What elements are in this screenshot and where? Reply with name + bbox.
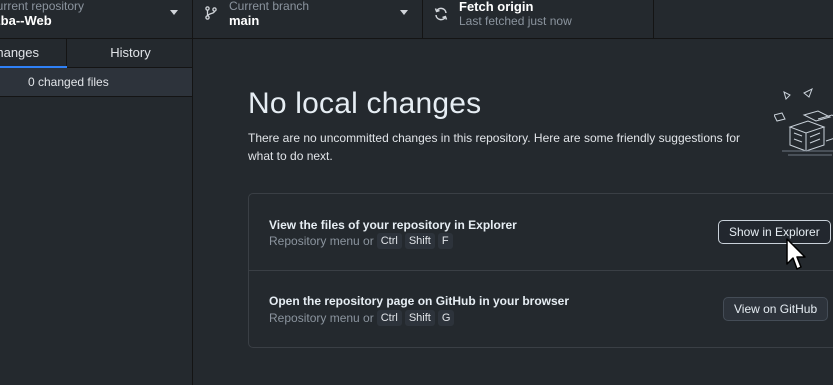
tab-history[interactable]: History	[68, 39, 193, 67]
key-shift: Shift	[404, 310, 435, 326]
suggestion-card-explorer: View the files of your repository in Exp…	[249, 194, 833, 271]
current-branch-button[interactable]: Current branch main	[193, 0, 423, 38]
git-branch-icon	[205, 6, 217, 20]
suggestion-title: Open the repository page on GitHub in yo…	[269, 294, 570, 308]
page-description: There are no uncommitted changes in this…	[248, 131, 741, 163]
chevron-down-icon	[170, 10, 178, 15]
view-on-github-button[interactable]: View on GitHub	[723, 297, 829, 321]
changed-files-header: 0 changed files	[0, 68, 192, 97]
current-repository-name: Eba--Web	[0, 13, 52, 28]
current-branch-label: Current branch	[229, 0, 310, 13]
sidebar: Changes History 0 changed files	[0, 39, 193, 385]
hint-prefix: Repository menu or	[269, 311, 374, 325]
suggestion-card-github: Open the repository page on GitHub in yo…	[249, 271, 833, 348]
fetch-origin-title: Fetch origin	[459, 0, 534, 14]
current-branch-name: main	[229, 13, 260, 28]
current-repository-button[interactable]: Current repository Eba--Web	[0, 0, 193, 38]
key-f: F	[437, 233, 453, 249]
hint-prefix: Repository menu or	[269, 234, 374, 248]
key-g: G	[437, 310, 455, 326]
suggestion-shortcut-hint: Repository menu or Ctrl Shift G	[269, 310, 455, 326]
sidebar-tabs: Changes History	[0, 39, 192, 68]
key-ctrl: Ctrl	[376, 310, 402, 326]
main-panel: No local changes There are no uncommitte…	[194, 39, 833, 385]
sync-icon	[434, 7, 448, 21]
tab-changes[interactable]: Changes	[0, 39, 67, 68]
active-tab-indicator	[0, 66, 67, 68]
tab-changes-label: Changes	[0, 45, 40, 60]
illustration-boxes-icon	[774, 87, 833, 156]
suggestions-panel: View the files of your repository in Exp…	[248, 193, 833, 348]
toolbar: Current repository Eba--Web Current bran…	[0, 0, 833, 39]
tab-history-label: History	[110, 45, 151, 60]
key-ctrl: Ctrl	[376, 233, 402, 249]
fetch-origin-button[interactable]: Fetch origin Last fetched just now	[423, 0, 654, 38]
page-title: No local changes	[248, 87, 482, 120]
show-in-explorer-button[interactable]: Show in Explorer	[718, 220, 831, 244]
mouse-cursor-icon	[786, 238, 806, 270]
key-shift: Shift	[404, 233, 435, 249]
changed-files-count: 0 changed files	[28, 75, 109, 89]
chevron-down-icon	[400, 10, 408, 15]
suggestion-shortcut-hint: Repository menu or Ctrl Shift F	[269, 233, 453, 249]
suggestion-title: View the files of your repository in Exp…	[269, 218, 517, 232]
github-desktop-window: Current repository Eba--Web Current bran…	[0, 0, 833, 385]
last-fetched-status: Last fetched just now	[459, 14, 572, 28]
current-repository-label: Current repository	[0, 0, 85, 13]
